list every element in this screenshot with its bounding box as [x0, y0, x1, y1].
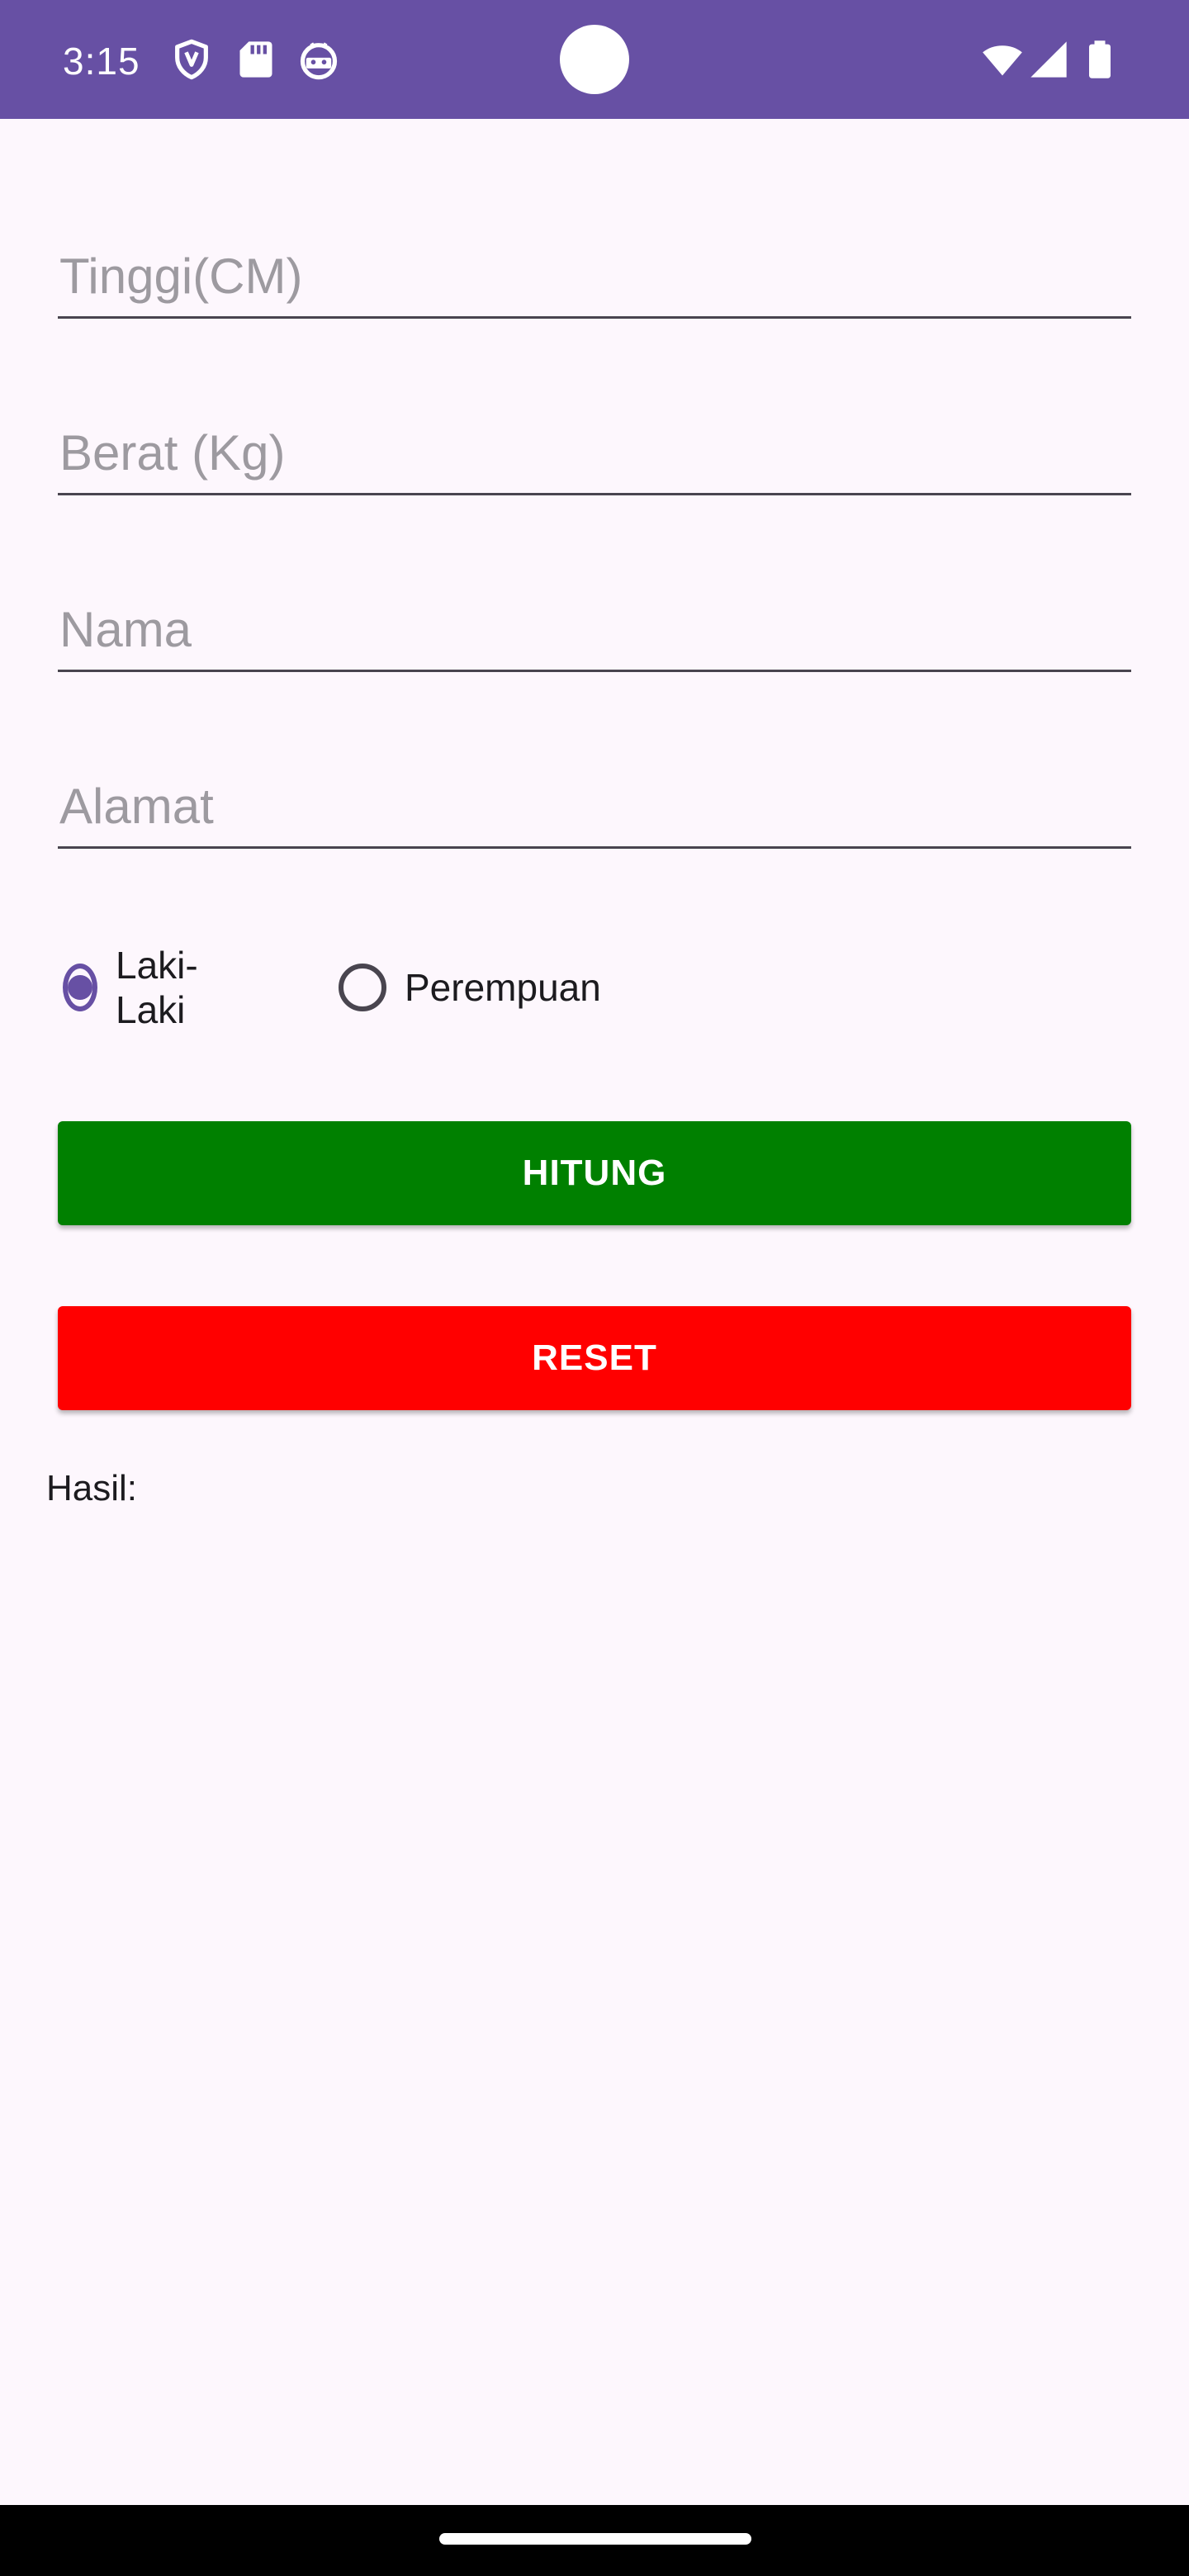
radio-checked-icon[interactable] [63, 964, 97, 1011]
android-debug-icon [300, 42, 338, 80]
status-time: 3:15 [63, 40, 140, 83]
navigation-bar [0, 2505, 1189, 2576]
radio-perempuan[interactable]: Perempuan [339, 958, 601, 1017]
status-bar: 3:15 [0, 0, 1189, 119]
height-input[interactable] [58, 236, 1131, 319]
radio-dot [68, 975, 92, 1000]
name-input[interactable] [58, 590, 1131, 672]
radio-unchecked-icon[interactable] [339, 964, 386, 1011]
radio-laki-laki[interactable]: Laki-Laki [63, 944, 211, 1031]
radio-label-laki-laki: Laki-Laki [116, 944, 198, 1031]
cellular-signal-icon [1030, 41, 1067, 78]
address-input[interactable] [58, 766, 1131, 849]
weight-input[interactable] [58, 413, 1131, 495]
battery-icon [1089, 40, 1111, 78]
reset-button[interactable]: RESET [58, 1306, 1131, 1410]
sd-card-icon [239, 41, 272, 78]
wifi-icon [983, 45, 1022, 76]
vpn-shield-icon [175, 39, 208, 80]
radio-label-perempuan: Perempuan [405, 966, 601, 1009]
camera-cutout [560, 25, 629, 94]
home-handle[interactable] [439, 2533, 751, 2545]
hitung-button[interactable]: HITUNG [58, 1121, 1131, 1225]
result-label: Hasil: [46, 1468, 138, 1508]
